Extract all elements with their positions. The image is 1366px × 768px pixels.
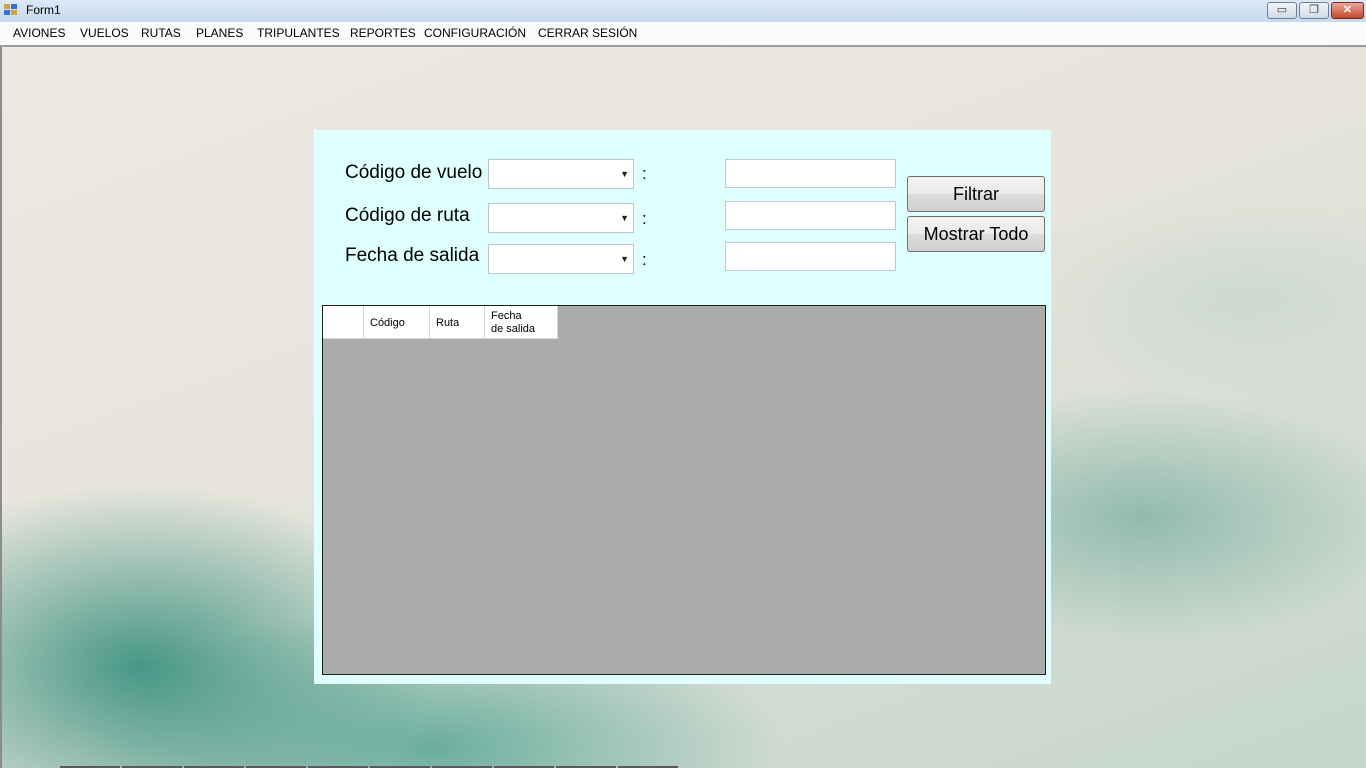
departure-date-combo[interactable]: ▼: [488, 244, 634, 274]
departure-date-input[interactable]: [725, 242, 896, 271]
flight-code-separator: :: [642, 164, 647, 183]
menu-item-reportes[interactable]: REPORTES: [350, 26, 416, 40]
menu-item-vuelos[interactable]: VUELOS: [80, 26, 129, 40]
column-header-ruta[interactable]: Ruta: [430, 306, 485, 339]
menu-item-cerrar-sesion[interactable]: CERRAR SESIÓN: [538, 26, 637, 40]
dropdown-arrow-icon: ▼: [620, 254, 629, 264]
show-all-button[interactable]: Mostrar Todo: [907, 216, 1045, 252]
route-code-label: Código de ruta: [345, 205, 470, 226]
route-code-separator: :: [642, 209, 647, 228]
column-header-codigo[interactable]: Código: [364, 306, 430, 339]
close-button[interactable]: ✕: [1331, 2, 1364, 19]
flight-code-label: Código de vuelo: [345, 162, 483, 183]
restore-button[interactable]: ❐: [1299, 2, 1329, 19]
filter-button[interactable]: Filtrar: [907, 176, 1045, 212]
route-code-combo[interactable]: ▼: [488, 203, 634, 233]
departure-date-separator: :: [642, 250, 647, 269]
flight-code-combo[interactable]: ▼: [488, 159, 634, 189]
column-header-fecha-salida[interactable]: Fecha de salida: [485, 306, 558, 339]
flights-data-grid[interactable]: Código Ruta Fecha de salida: [322, 305, 1046, 675]
menu-item-configuracion[interactable]: CONFIGURACIÓN: [424, 26, 526, 40]
flight-code-input[interactable]: [725, 159, 896, 188]
menu-item-aviones[interactable]: AVIONES: [13, 26, 65, 40]
departure-date-label: Fecha de salida: [345, 245, 480, 266]
column-header-fecha-salida-label: Fecha de salida: [491, 310, 536, 335]
minimize-button[interactable]: ▭: [1267, 2, 1297, 19]
window-title: Form1: [26, 3, 61, 17]
column-header-codigo-label: Código: [370, 317, 405, 329]
route-code-input[interactable]: [725, 201, 896, 230]
window-titlebar[interactable]: Form1 ▭ ❐ ✕: [0, 0, 1366, 23]
dropdown-arrow-icon: ▼: [620, 169, 629, 179]
column-header-ruta-label: Ruta: [436, 317, 460, 329]
menu-bar: AVIONES VUELOS RUTAS PLANES TRIPULANTES …: [0, 22, 1366, 47]
menu-item-rutas[interactable]: RUTAS: [141, 26, 181, 40]
grid-row-header-corner[interactable]: [323, 306, 364, 339]
app-icon: [4, 4, 18, 16]
menu-item-tripulantes[interactable]: TRIPULANTES: [257, 26, 340, 40]
menu-item-planes[interactable]: PLANES: [196, 26, 243, 40]
dropdown-arrow-icon: ▼: [620, 213, 629, 223]
